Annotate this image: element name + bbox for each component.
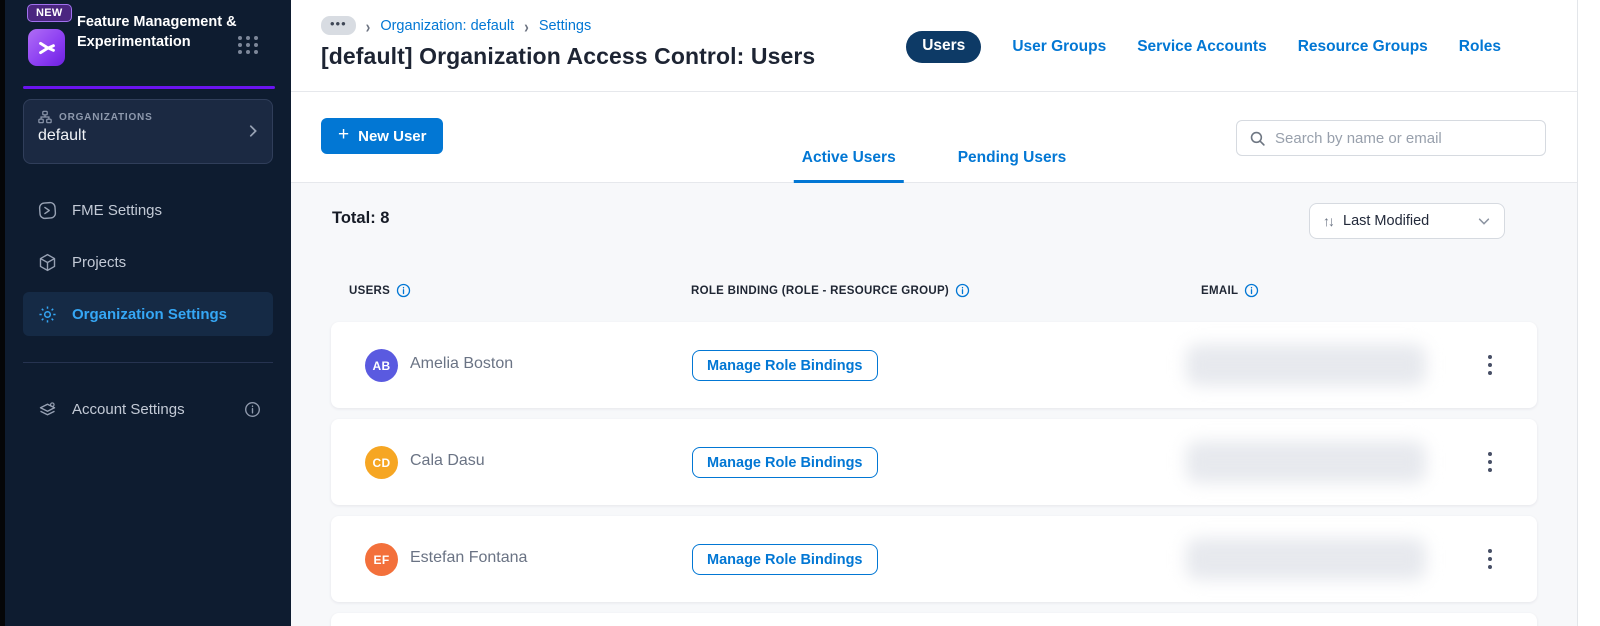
toolbar: + New User Active Users Pending Users [291,92,1577,183]
chevron-down-icon [1477,214,1491,228]
split-logo-icon[interactable] [28,29,65,66]
organization-selector[interactable]: ORGANIZATIONS default [23,99,273,164]
breadcrumb-link-organization[interactable]: Organization: default [380,18,514,34]
tab-active-users[interactable]: Active Users [793,149,904,183]
info-icon[interactable] [396,283,411,298]
table-row: EF Estefan Fontana Manage Role Bindings [331,516,1537,602]
new-user-label: New User [358,127,427,145]
search-box [1236,120,1546,156]
avatar: AB [365,349,398,382]
row-menu-icon[interactable] [1477,542,1503,576]
cube-icon [36,252,58,273]
redacted-email [1186,441,1426,483]
new-user-button[interactable]: + New User [321,118,444,154]
layers-gear-icon [36,399,58,420]
main-area: ••• › Organization: default › Settings [… [291,0,1577,626]
brand-accent-rule [23,86,275,89]
breadcrumb: ••• › Organization: default › Settings [321,15,591,36]
sidebar-item-fme-settings[interactable]: FME Settings [23,188,273,232]
total-count: Total: 8 [332,209,390,227]
redacted-email [1186,538,1426,580]
sort-dropdown[interactable]: ↑↓ Last Modified [1309,203,1505,239]
sidebar: NEW Feature Management & Experimentation [5,0,291,626]
sort-value: Last Modified [1343,213,1430,229]
sidebar-item-account-settings[interactable]: Account Settings [23,387,273,431]
redacted-email [1186,344,1426,386]
table-row: AB Amelia Boston Manage Role Bindings [331,322,1537,408]
search-input[interactable] [1275,129,1533,147]
manage-role-bindings-button[interactable]: Manage Role Bindings [692,447,878,478]
right-gutter [1577,0,1600,626]
sidebar-divider [23,362,273,363]
breadcrumb-ellipsis-button[interactable]: ••• [321,16,356,35]
table-header-row: USERS ROLE BINDING (ROLE - RESOURCE GROU… [291,283,1577,303]
row-menu-icon[interactable] [1477,348,1503,382]
info-icon[interactable] [244,401,261,418]
organization-value: default [38,127,87,144]
organizations-label: ORGANIZATIONS [59,111,153,123]
org-hierarchy-icon [38,110,52,124]
avatar: CD [365,446,398,479]
row-menu-icon[interactable] [1477,445,1503,479]
user-name: Amelia Boston [410,355,514,372]
tab-users[interactable]: Users [906,31,982,63]
info-icon[interactable] [955,283,970,298]
table-row: CD Cala Dasu Manage Role Bindings [331,419,1537,505]
chevron-right-icon: › [365,15,371,36]
avatar: EF [365,543,398,576]
sidebar-item-label: Projects [72,253,127,271]
user-name: Cala Dasu [410,452,485,469]
gear-icon [36,304,58,325]
app-switcher-icon[interactable] [238,36,259,54]
chevron-right-icon [246,124,260,143]
access-control-tabs: Users User Groups Service Accounts Resou… [906,31,1501,63]
column-header-users: USERS [349,283,411,298]
manage-role-bindings-button[interactable]: Manage Role Bindings [692,544,878,575]
manage-role-bindings-button[interactable]: Manage Role Bindings [692,350,878,381]
plus-icon: + [338,124,350,145]
tab-service-accounts[interactable]: Service Accounts [1137,38,1267,56]
sidebar-item-label: Organization Settings [72,305,228,323]
tab-pending-users[interactable]: Pending Users [950,149,1075,183]
sidebar-item-label: FME Settings [72,201,163,219]
tab-user-groups[interactable]: User Groups [1012,38,1106,56]
sidebar-nav: FME Settings Projects Organization Setti… [5,186,291,439]
info-icon[interactable] [1244,283,1259,298]
sidebar-item-projects[interactable]: Projects [23,240,273,284]
product-title: Feature Management & Experimentation [77,14,237,50]
new-badge: NEW [27,4,72,22]
app-screen: NEW Feature Management & Experimentation [0,0,1600,626]
user-name: Estefan Fontana [410,549,528,566]
sidebar-item-organization-settings[interactable]: Organization Settings [23,292,273,336]
tab-resource-groups[interactable]: Resource Groups [1298,38,1428,56]
user-state-tabs: Active Users Pending Users [793,149,1075,183]
page-header: ••• › Organization: default › Settings [… [291,0,1577,92]
fme-logo-icon [36,200,58,221]
page-title: [default] Organization Access Control: U… [321,43,816,69]
column-header-role-binding: ROLE BINDING (ROLE - RESOURCE GROUP) [691,283,970,298]
breadcrumb-link-settings[interactable]: Settings [539,18,591,34]
column-header-email: EMAIL [1201,283,1259,298]
chevron-right-icon: › [524,15,529,36]
users-content: Total: 8 ↑↓ Last Modified USERS ROLE BIN… [291,183,1577,626]
table-row-partial [331,613,1537,626]
tab-roles[interactable]: Roles [1459,38,1501,56]
sidebar-item-label: Account Settings [72,400,185,418]
search-icon [1249,130,1266,147]
sort-arrows-icon: ↑↓ [1323,213,1335,229]
